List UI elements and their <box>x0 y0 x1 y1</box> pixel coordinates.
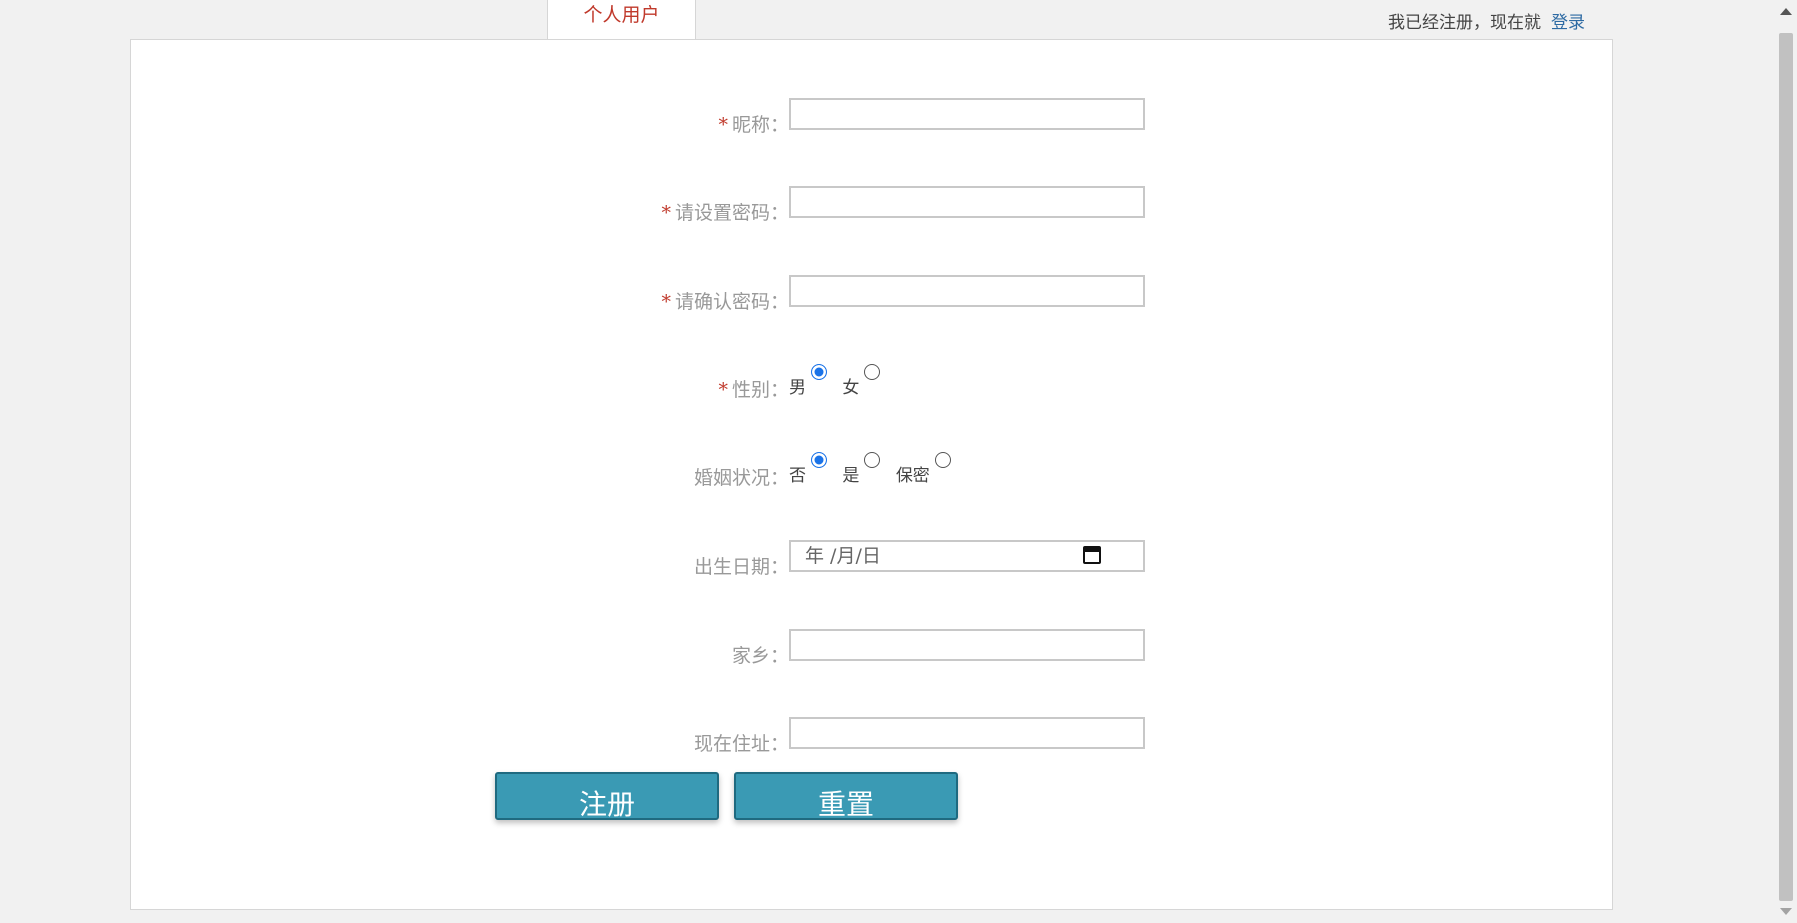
marital-option-label: 是 <box>842 466 860 486</box>
required-mark: * <box>661 202 671 224</box>
birthday-label-text: 出生日期： <box>693 556 789 578</box>
marital-yes-radio[interactable] <box>864 451 881 468</box>
gender-label: * 性别： <box>389 375 789 402</box>
gender-option-label: 男 <box>789 378 806 398</box>
marital-option-no[interactable]: 否 <box>789 451 827 486</box>
birthday-label: 出生日期： <box>389 552 789 579</box>
gender-option-female[interactable]: 女 <box>842 363 881 398</box>
confirm-password-label-text: 请确认密码： <box>674 291 789 313</box>
tab-label: 个人用户 <box>583 4 660 26</box>
password-label-text: 请设置密码： <box>674 202 789 224</box>
marital-no-radio[interactable] <box>811 451 827 468</box>
birthday-date-input[interactable]: 年 /月/日 <box>789 540 1145 572</box>
scroll-thumb[interactable] <box>1779 33 1793 901</box>
marital-secret-radio[interactable] <box>934 451 951 468</box>
marital-option-secret[interactable]: 保密 <box>896 451 951 486</box>
confirm-password-row: * 请确认密码： <box>131 275 1612 315</box>
confirm-password-label: * 请确认密码： <box>389 287 789 314</box>
register-button[interactable]: 注册 <box>495 772 719 820</box>
nickname-label-text: 昵称： <box>731 114 789 136</box>
login-link[interactable]: 登录 <box>1551 13 1585 33</box>
marital-radio-group: 否 是 保密 <box>789 451 961 491</box>
gender-option-label: 女 <box>842 378 860 398</box>
confirm-password-input[interactable] <box>789 275 1145 307</box>
password-row: * 请设置密码： <box>131 186 1612 226</box>
nickname-row: * 昵称： <box>131 98 1612 138</box>
password-label: * 请设置密码： <box>389 198 789 225</box>
gender-row: * 性别： 男 女 <box>131 363 1612 403</box>
address-input[interactable] <box>789 717 1145 749</box>
birthday-row: 出生日期： 年 /月/日 <box>131 540 1612 580</box>
address-row: 现在住址： <box>131 717 1612 757</box>
login-hint: 我已经注册，现在就 登录 <box>1388 8 1585 33</box>
password-input[interactable] <box>789 186 1145 218</box>
address-label-text: 现在住址： <box>693 733 789 755</box>
marital-label-text: 婚姻状况： <box>693 467 789 489</box>
reset-button[interactable]: 重置 <box>734 772 958 820</box>
required-mark: * <box>661 291 671 313</box>
nickname-input[interactable] <box>789 98 1145 130</box>
address-label: 现在住址： <box>389 729 789 756</box>
required-mark: * <box>718 379 728 401</box>
gender-female-radio[interactable] <box>864 363 881 380</box>
marital-option-label: 保密 <box>895 466 930 486</box>
required-mark: * <box>718 114 728 136</box>
hometown-label-text: 家乡： <box>731 645 789 667</box>
marital-option-label: 否 <box>789 466 806 486</box>
birthday-placeholder: 年 /月/日 <box>805 545 881 567</box>
hometown-input[interactable] <box>789 629 1145 661</box>
scroll-up-arrow-icon[interactable] <box>1780 8 1792 15</box>
hometown-row: 家乡： <box>131 629 1612 669</box>
gender-radio-group: 男 女 <box>789 363 890 403</box>
nickname-label: * 昵称： <box>389 110 789 137</box>
scroll-down-arrow-icon[interactable] <box>1780 908 1792 915</box>
gender-label-text: 性别： <box>731 379 789 401</box>
calendar-icon[interactable] <box>1083 546 1101 564</box>
vertical-scrollbar[interactable] <box>1775 0 1797 923</box>
marital-option-yes[interactable]: 是 <box>842 451 881 486</box>
login-hint-text: 我已经注册，现在就 <box>1388 13 1541 33</box>
marital-row: 婚姻状况： 否 是 保密 <box>131 451 1612 491</box>
marital-label: 婚姻状况： <box>389 463 789 490</box>
tab-personal-user[interactable]: 个人用户 <box>547 0 696 39</box>
gender-option-male[interactable]: 男 <box>789 363 827 398</box>
gender-male-radio[interactable] <box>811 363 827 380</box>
hometown-label: 家乡： <box>389 641 789 668</box>
